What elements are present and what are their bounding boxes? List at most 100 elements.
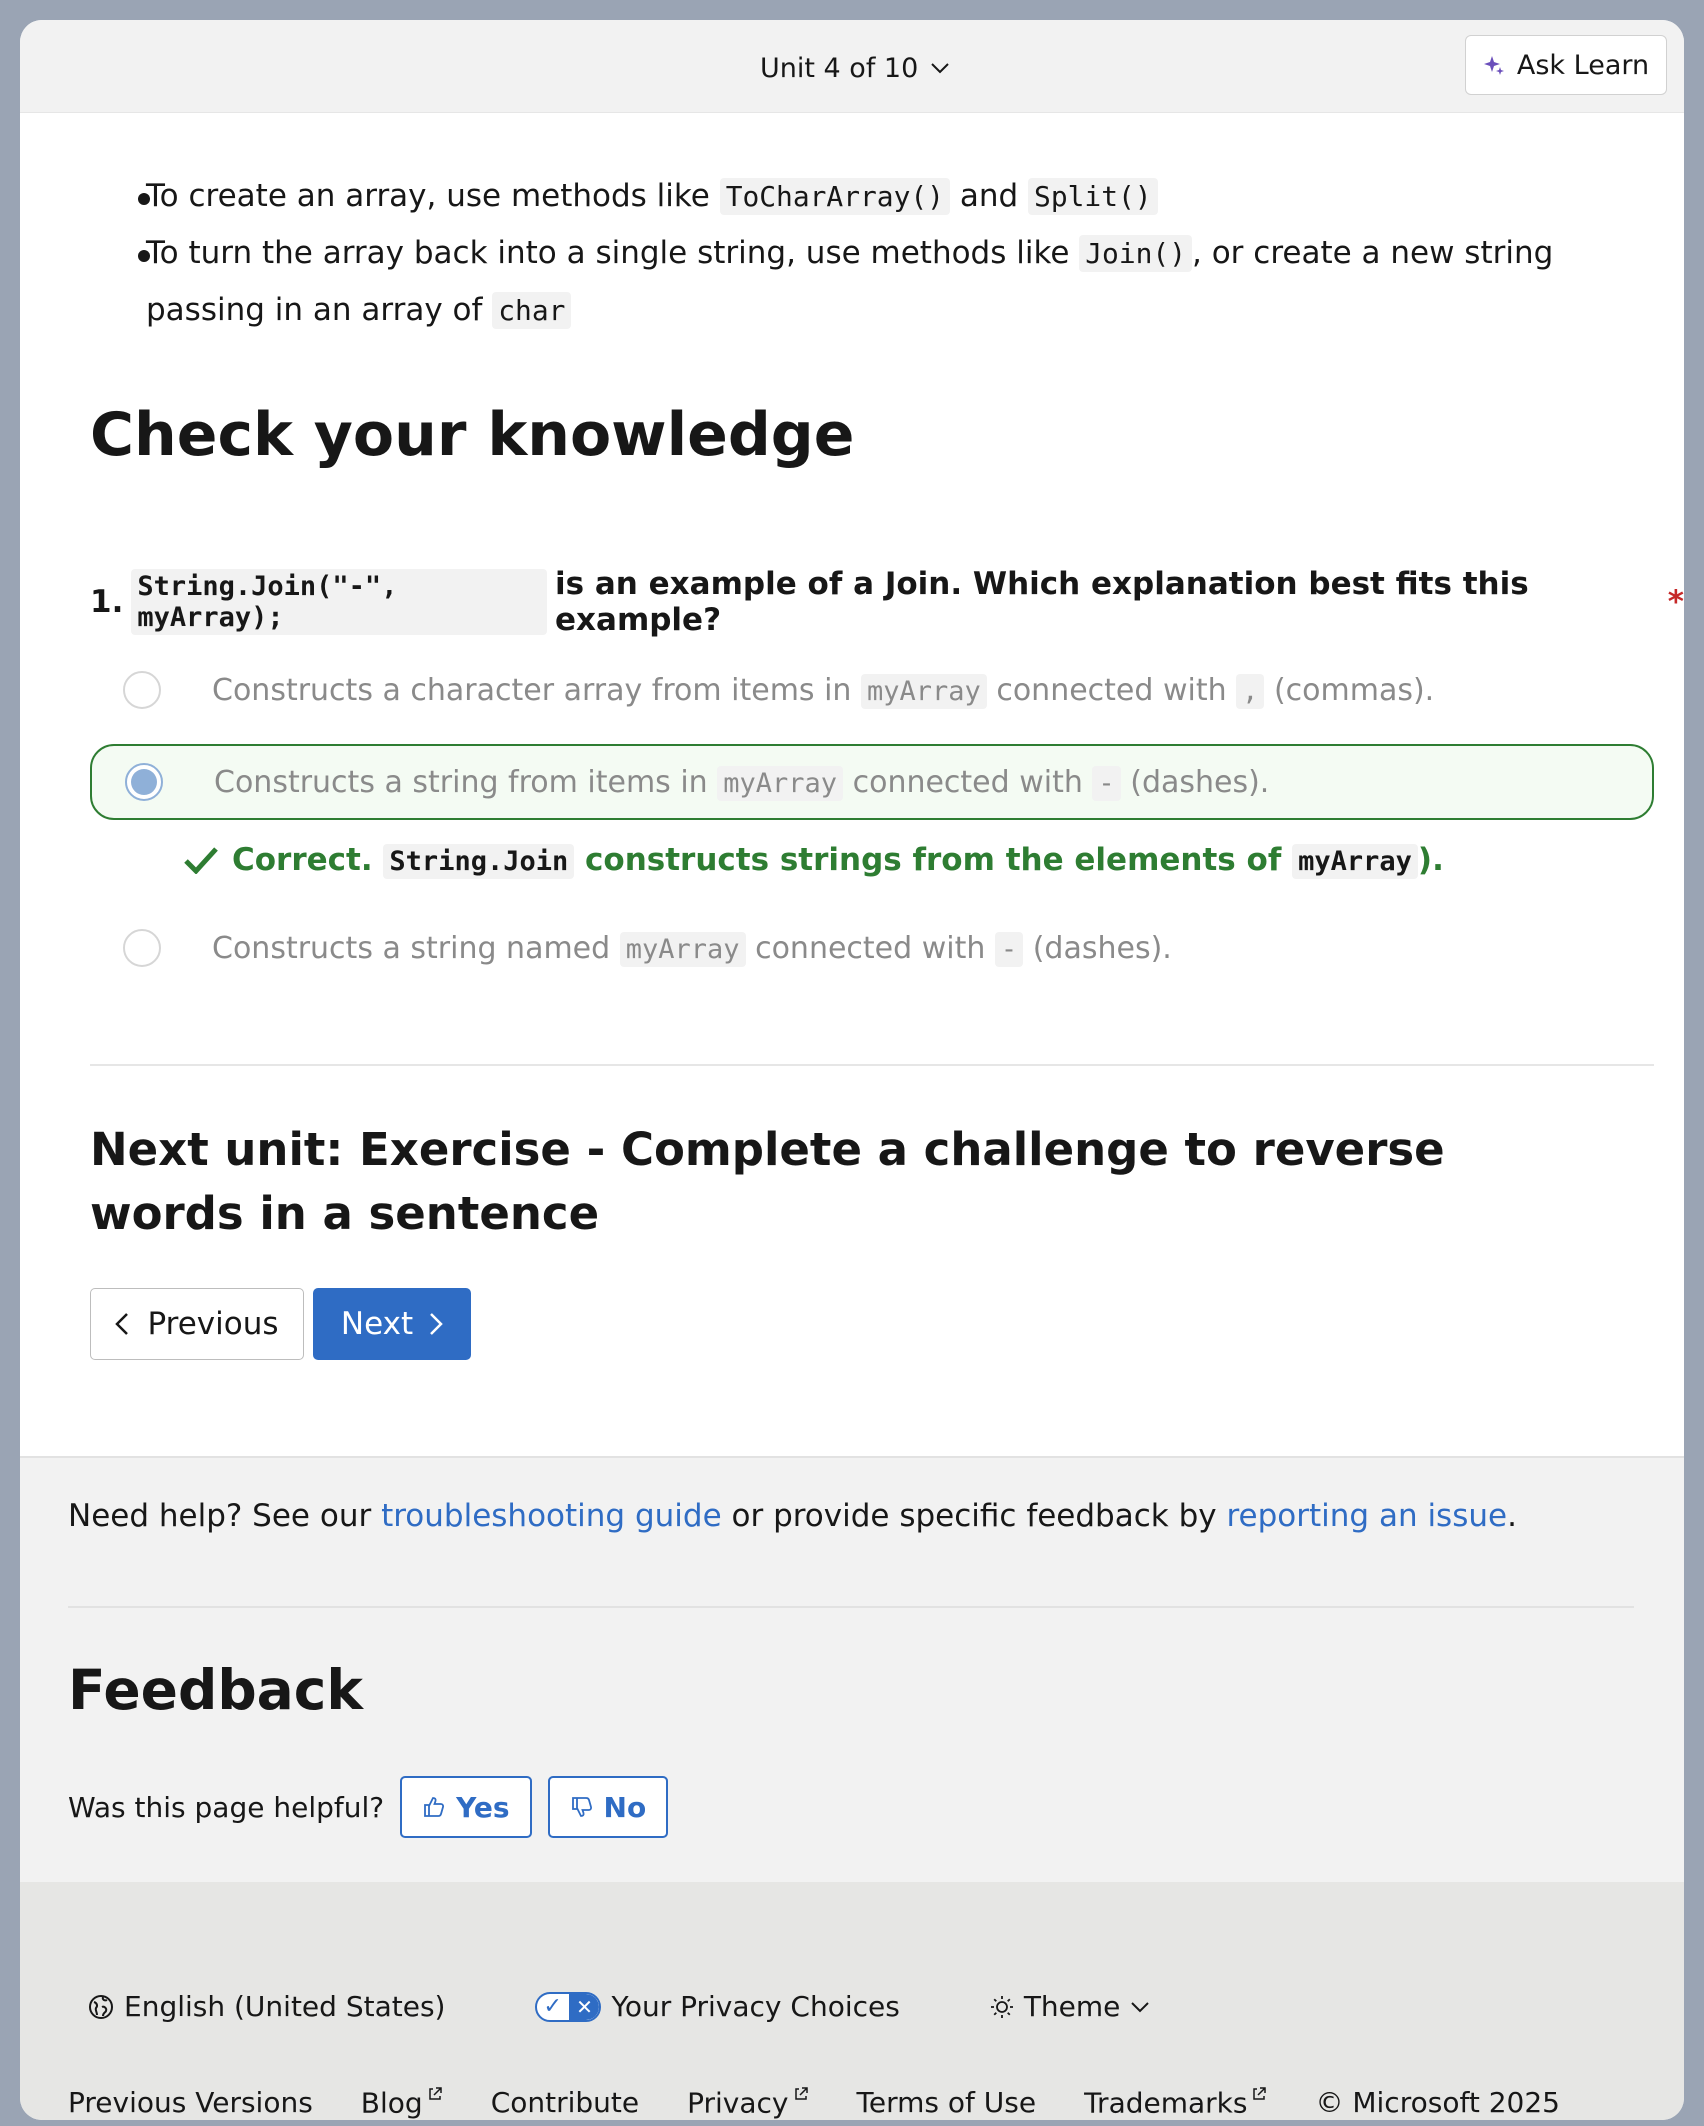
summary-text: To turn the array back into a single str… [146,235,1070,271]
theme-label: Theme [1023,1990,1121,2023]
inline-code: myArray [717,765,844,801]
unit-selector-label: Unit 4 of 10 [760,52,919,84]
inline-code: char [492,292,572,329]
feedback-suffix: ). [1417,842,1444,878]
answer-option-1[interactable]: Constructs a character array from items … [90,652,1654,728]
help-divider [68,1606,1634,1608]
footer-links: Previous Versions Blog Contribute Privac… [68,2086,1560,2119]
previous-versions-link[interactable]: Previous Versions [68,2086,313,2119]
inline-code: myArray [860,673,987,709]
next-unit-title: Next unit: Exercise - Complete a challen… [90,1123,1445,1240]
unit-selector[interactable]: Unit 4 of 10 [760,48,950,88]
blog-link[interactable]: Blog [361,2086,443,2119]
summary-text: To create an array, use methods like [146,178,710,214]
yes-label: Yes [456,1790,510,1824]
next-button[interactable]: Next [313,1288,471,1360]
contribute-link[interactable]: Contribute [491,2086,639,2119]
check-knowledge-heading: Check your knowledge [90,400,855,470]
summary-item: To turn the array back into a single str… [70,225,1650,339]
next-button-label: Next [340,1306,414,1342]
ask-learn-button[interactable]: Ask Learn [1465,35,1667,95]
copyright-text: © Microsoft 2025 [1315,2086,1560,2120]
inline-code: , [1236,673,1265,709]
external-link-icon [1251,2086,1267,2102]
sparkle-icon [1483,54,1505,76]
globe-icon [88,1994,114,2020]
inline-code: Join() [1079,235,1192,272]
external-link-icon [793,2086,809,2102]
troubleshooting-guide-link[interactable]: troubleshooting guide [381,1498,722,1534]
privacy-toggle-icon: ✓ ✕ [535,1991,602,2022]
answer-option-2[interactable]: Constructs a string from items in myArra… [90,744,1654,820]
privacy-label: Privacy [687,2086,789,2120]
option-text: connected with [996,672,1227,708]
browser-window: Unit 4 of 10 Ask Learn To create an arra… [20,20,1684,2120]
no-button[interactable]: No [547,1776,669,1838]
clipped-text-line [200,116,1160,130]
option-text: Constructs a string named [212,930,611,966]
option-text: (dashes). [1032,930,1172,966]
inline-code: myArray [1292,844,1418,879]
footer: English (United States) ✓ ✕ Your Privacy … [20,1882,1684,2120]
checkmark-icon [184,846,218,874]
helpful-question: Was this page helpful? [68,1790,385,1824]
trademarks-link[interactable]: Trademarks [1084,2086,1267,2119]
option-text: connected with [755,930,986,966]
radio-button[interactable] [123,671,161,709]
no-label: No [603,1790,647,1824]
feedback-heading: Feedback [68,1658,363,1722]
option-text: (commas). [1273,672,1435,708]
top-bar: Unit 4 of 10 Ask Learn [20,20,1684,113]
question-code: String.Join("-", myArray); [131,569,547,635]
locale-selector[interactable]: English (United States) [88,1990,445,2023]
help-section: Need help? See our troubleshooting guide… [20,1456,1684,1884]
report-issue-link[interactable]: reporting an issue [1226,1498,1507,1534]
helpful-prompt: Was this page helpful? Yes No [68,1776,669,1838]
chevron-down-icon [930,62,950,74]
help-text: Need help? See our troubleshooting guide… [68,1498,1517,1534]
answer-option-text: Constructs a character array from items … [212,672,1435,709]
radio-button[interactable] [123,929,161,967]
inline-code: String.Join [383,844,575,879]
section-divider [90,1064,1654,1066]
thumbs-down-icon [570,1795,594,1819]
inline-code: - [1092,765,1121,801]
blog-label: Blog [360,2086,423,2120]
thumbs-up-icon [422,1795,446,1819]
previous-button-label: Previous [147,1306,279,1342]
help-suffix: . [1507,1498,1517,1534]
summary-item: To create an array, use methods like ToC… [70,168,1650,225]
feedback-status: Correct. [232,842,373,878]
question-number: 1. [90,584,124,620]
answer-feedback: Correct. String.Join constructs strings … [184,842,1444,879]
answer-option-text: Constructs a string named myArray connec… [212,930,1172,967]
inline-code: Split() [1028,178,1158,215]
footer-settings: English (United States) ✓ ✕ Your Privacy … [88,1990,1150,2023]
chevron-right-icon [429,1312,443,1336]
previous-button[interactable]: Previous [90,1288,304,1360]
yes-button[interactable]: Yes [400,1776,532,1838]
help-prefix: Need help? See our [68,1498,372,1534]
privacy-choices-label: Your Privacy Choices [611,1990,900,2023]
chevron-left-icon [115,1312,129,1336]
option-text: Constructs a string from items in [214,764,708,800]
theme-selector[interactable]: Theme [990,1990,1151,2023]
locale-label: English (United States) [124,1990,446,2023]
option-text: connected with [852,764,1083,800]
required-mark: * [1667,584,1684,620]
option-text: (dashes). [1130,764,1270,800]
radio-button-selected[interactable] [125,763,163,801]
sun-icon [990,1995,1014,2019]
help-middle: or provide specific feedback by [731,1498,1217,1534]
privacy-choices-link[interactable]: ✓ ✕ Your Privacy Choices [535,1990,900,2023]
question-text: is an example of a Join. Which explanati… [555,566,1529,638]
question-1: 1. String.Join("-", myArray); is an exam… [90,566,1684,638]
ask-learn-label: Ask Learn [1516,49,1650,81]
chevron-down-icon [1130,2001,1150,2013]
terms-of-use-link[interactable]: Terms of Use [857,2086,1037,2119]
privacy-link[interactable]: Privacy [687,2086,808,2119]
summary-list: To create an array, use methods like ToC… [70,168,1650,339]
inline-code: - [994,931,1024,967]
summary-text: and [959,178,1019,214]
answer-option-3[interactable]: Constructs a string named myArray connec… [90,910,1654,986]
